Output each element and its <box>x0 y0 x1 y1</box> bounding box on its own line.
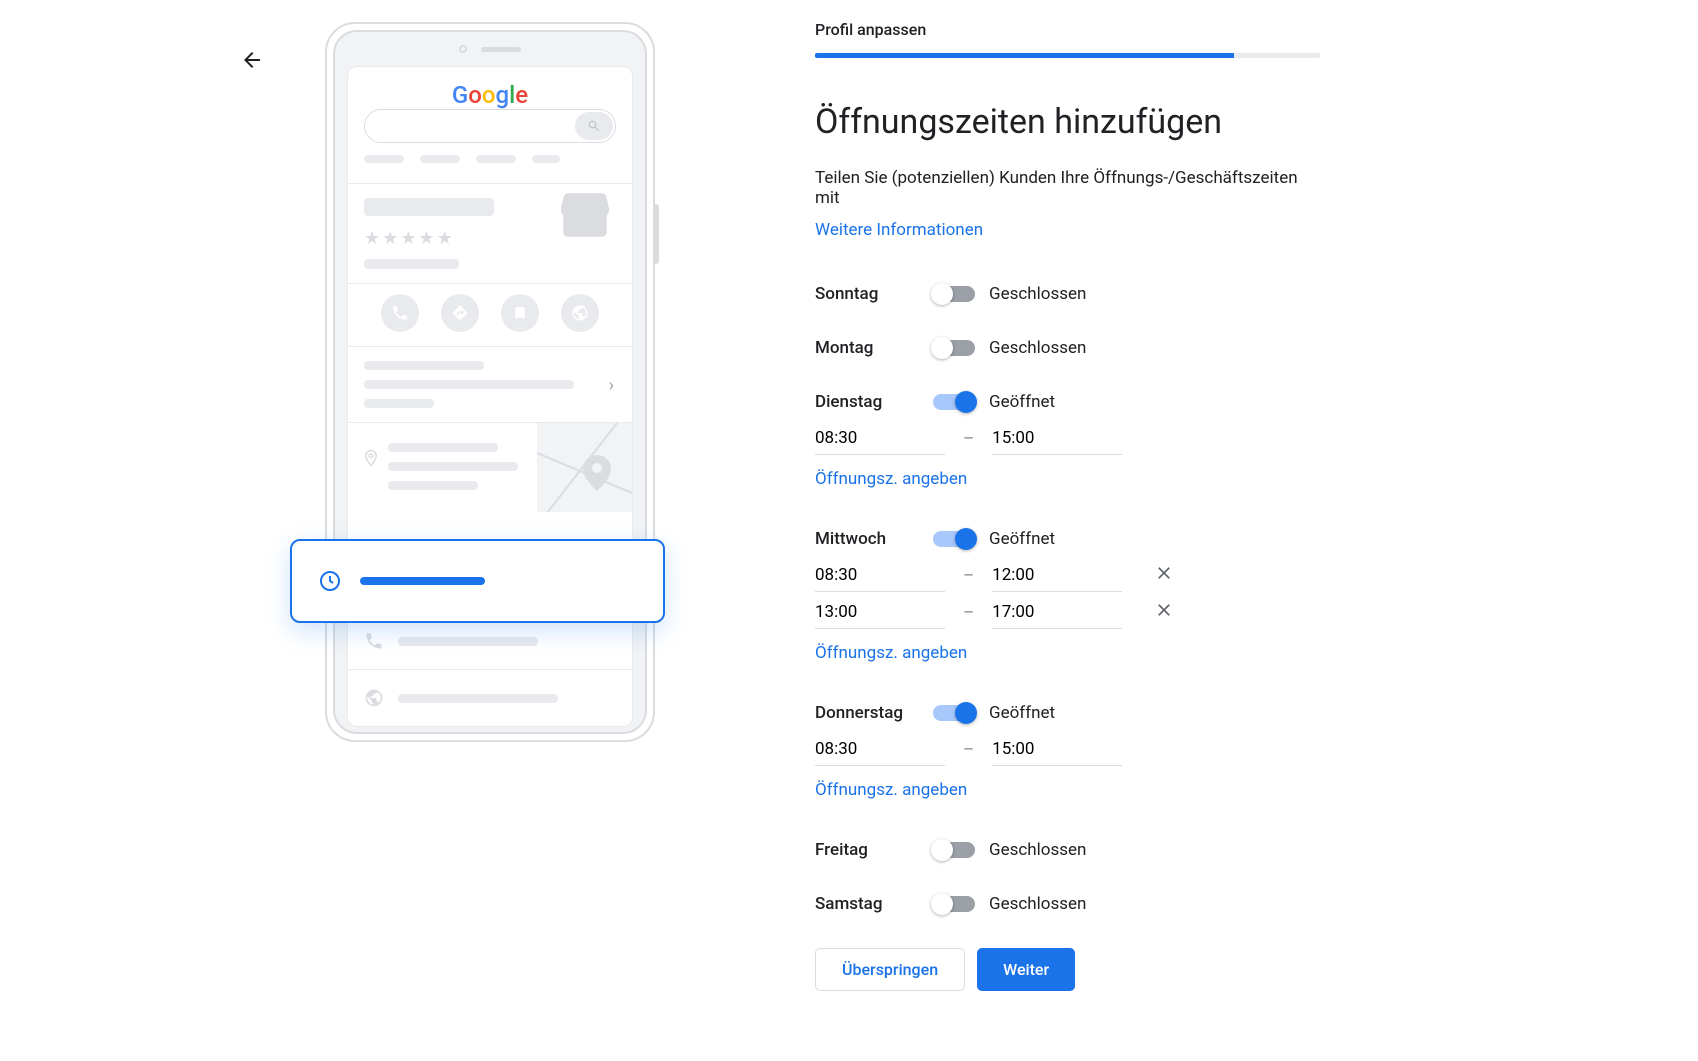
day-block: Dienstag Geöffnet– Öffnungsz. angeben <box>815 392 1320 489</box>
chevron-right-icon: › <box>609 375 614 396</box>
day-status: Geschlossen <box>989 284 1086 304</box>
map-icon <box>537 423 632 512</box>
day-label: Samstag <box>815 894 933 914</box>
time-separator: – <box>963 740 974 760</box>
time-from-input[interactable] <box>815 422 945 455</box>
directions-icon <box>441 294 479 332</box>
day-block: Freitag Geschlossen <box>815 840 1320 860</box>
day-status: Geschlossen <box>989 840 1086 860</box>
day-label: Montag <box>815 338 933 358</box>
day-toggle[interactable] <box>933 705 975 721</box>
day-block: Montag Geschlossen <box>815 338 1320 358</box>
day-status: Geöffnet <box>989 529 1055 549</box>
time-from-input[interactable] <box>815 733 945 766</box>
remove-time-button[interactable] <box>1150 596 1178 629</box>
day-toggle[interactable] <box>933 394 975 410</box>
day-status: Geöffnet <box>989 703 1055 723</box>
page-title: Öffnungszeiten hinzufügen <box>815 102 1320 142</box>
day-toggle[interactable] <box>933 286 975 302</box>
phone-outline-icon <box>364 631 384 651</box>
skip-button[interactable]: Überspringen <box>815 948 965 991</box>
location-pin-icon <box>362 447 380 473</box>
clock-icon <box>318 569 342 593</box>
website-icon <box>561 294 599 332</box>
day-label: Freitag <box>815 840 933 860</box>
day-label: Dienstag <box>815 392 933 412</box>
time-to-input[interactable] <box>992 422 1122 455</box>
day-status: Geschlossen <box>989 338 1086 358</box>
add-hours-link[interactable]: Öffnungsz. angeben <box>815 469 967 489</box>
next-button[interactable]: Weiter <box>977 948 1075 991</box>
time-from-input[interactable] <box>815 559 945 592</box>
time-to-input[interactable] <box>992 733 1122 766</box>
time-slot-row: – <box>815 422 1320 455</box>
time-slot-row: – <box>815 559 1320 592</box>
day-block: Donnerstag Geöffnet– Öffnungsz. angeben <box>815 703 1320 800</box>
bookmark-icon <box>501 294 539 332</box>
search-icon <box>575 112 613 140</box>
day-block: Samstag Geschlossen <box>815 894 1320 914</box>
remove-time-button[interactable] <box>1150 559 1178 592</box>
phone-illustration: Google <box>325 22 655 752</box>
day-toggle[interactable] <box>933 531 975 547</box>
add-hours-link[interactable]: Öffnungsz. angeben <box>815 780 967 800</box>
page-subtitle: Teilen Sie (potenziellen) Kunden Ihre Öf… <box>815 168 1320 208</box>
day-block: MittwochGeöffnet––Öffnungsz. angeben <box>815 529 1320 663</box>
globe-icon <box>364 688 384 708</box>
progress-bar <box>815 53 1320 58</box>
back-button[interactable] <box>240 48 264 72</box>
time-separator: – <box>963 566 974 586</box>
time-separator: – <box>963 603 974 623</box>
step-label: Profil anpassen <box>815 20 1320 39</box>
time-separator: – <box>963 429 974 449</box>
add-hours-link[interactable]: Öffnungsz. angeben <box>815 643 967 663</box>
day-label: Donnerstag <box>815 703 933 723</box>
day-status: Geschlossen <box>989 894 1086 914</box>
time-to-input[interactable] <box>992 596 1122 629</box>
time-to-input[interactable] <box>992 559 1122 592</box>
hours-highlight-card <box>290 539 665 623</box>
phone-icon <box>381 294 419 332</box>
day-status: Geöffnet <box>989 392 1055 412</box>
storefront-icon <box>556 186 614 248</box>
time-slot-row: – <box>815 596 1320 629</box>
more-info-link[interactable]: Weitere Informationen <box>815 220 983 240</box>
google-logo: Google <box>452 81 528 109</box>
day-toggle[interactable] <box>933 896 975 912</box>
day-block: Sonntag Geschlossen <box>815 284 1320 304</box>
time-from-input[interactable] <box>815 596 945 629</box>
day-toggle[interactable] <box>933 340 975 356</box>
day-toggle[interactable] <box>933 842 975 858</box>
time-slot-row: – <box>815 733 1320 766</box>
day-label: Mittwoch <box>815 529 933 549</box>
day-label: Sonntag <box>815 284 933 304</box>
